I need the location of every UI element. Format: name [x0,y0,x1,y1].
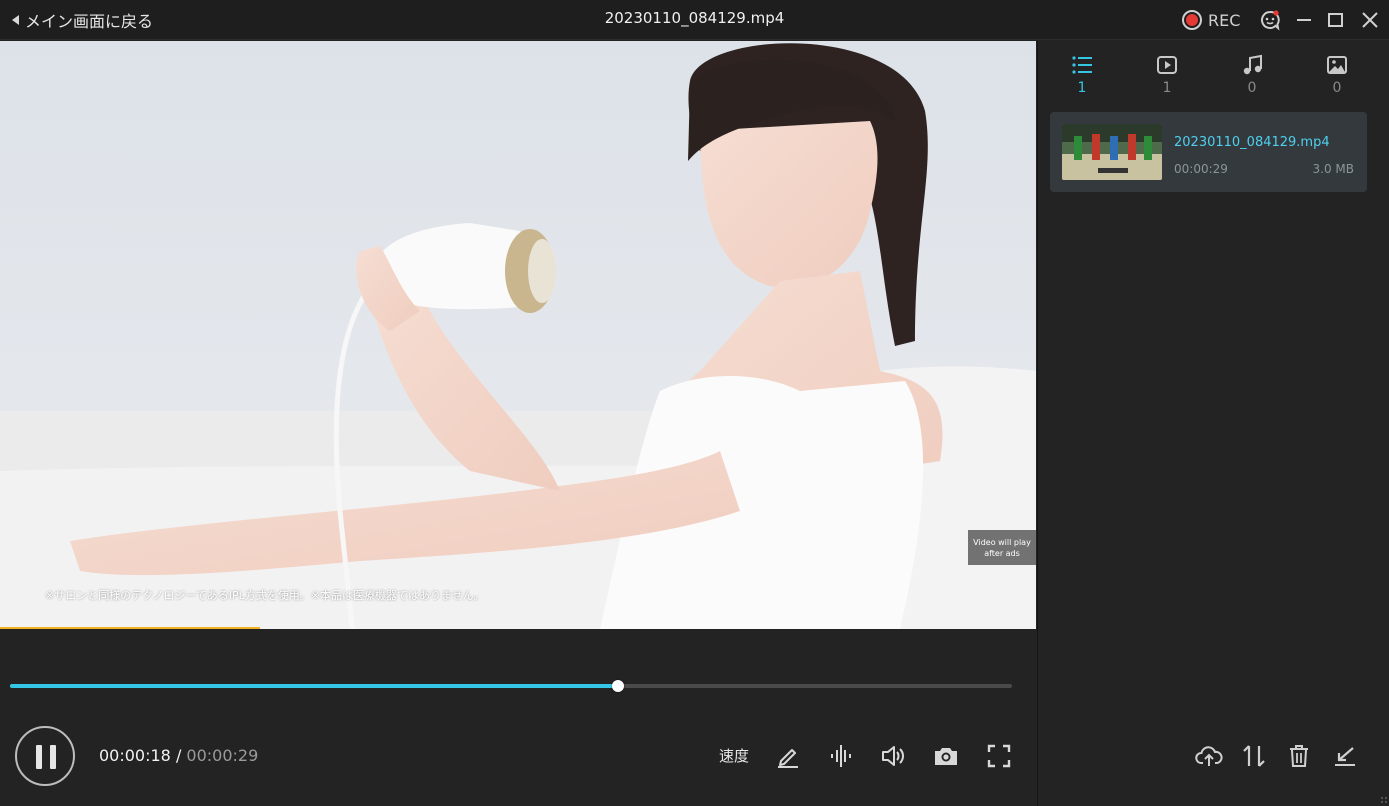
pause-button[interactable] [15,726,75,786]
total-time: 00:00:29 [186,746,259,765]
list-icon [1072,56,1092,74]
file-title: 20230110_084129.mp4 [604,9,785,27]
media-file-size: 3.0 MB [1312,162,1354,176]
title-bar: メイン画面に戻る 20230110_084129.mp4 REC [0,0,1389,40]
video-icon [1157,56,1177,74]
tab-all[interactable]: 1 [1052,54,1112,104]
resize-grip-icon[interactable] [1380,796,1388,804]
feedback-icon[interactable] [1258,8,1282,32]
media-thumbnail [1062,124,1162,180]
ad-notice-line2: after ads [984,549,1020,558]
window-title: 20230110_084129.mp4 [0,9,1389,27]
close-icon[interactable] [1358,8,1382,32]
tab-image[interactable]: 0 [1307,54,1367,104]
tab-video-count: 1 [1162,80,1172,96]
maximize-icon[interactable] [1324,8,1348,32]
time-display: 00:00:18 / 00:00:29 [99,746,258,765]
trash-icon[interactable] [1285,742,1313,770]
tab-music[interactable]: 0 [1222,54,1282,104]
video-player[interactable]: Video will play after ads ※サロンと同様のテクノロジー… [0,41,1036,629]
fullscreen-icon[interactable] [985,742,1013,770]
record-icon [1182,10,1202,30]
tab-image-count: 0 [1332,80,1342,96]
media-file-item[interactable]: 20230110_084129.mp4 00:00:29 3.0 MB [1050,112,1367,192]
back-arrow-icon [12,15,19,25]
seek-progress [10,684,619,688]
back-label: メイン画面に戻る [25,12,154,31]
media-file-duration: 00:00:29 [1174,162,1228,176]
image-icon [1327,56,1347,74]
screenshot-icon[interactable] [932,742,960,770]
thumbnail-image [1062,124,1162,180]
tab-all-count: 1 [1077,80,1087,96]
music-icon [1243,54,1262,75]
speed-button[interactable]: 速度 [719,745,749,766]
audio-track-icon[interactable] [827,742,855,770]
record-button[interactable]: REC [1182,8,1240,32]
record-label: REC [1208,10,1241,30]
import-icon[interactable] [1331,742,1359,770]
seek-bar[interactable] [10,680,1012,692]
minimize-icon[interactable] [1292,8,1316,32]
ad-notice-line1: Video will play [973,538,1031,547]
video-frame-image [0,41,1036,629]
sort-icon[interactable] [1240,742,1268,770]
player-control-area [0,629,1036,806]
tab-video[interactable]: 1 [1137,54,1197,104]
cloud-upload-icon[interactable] [1195,742,1223,770]
tab-music-count: 0 [1247,80,1257,96]
edit-icon[interactable] [774,742,802,770]
volume-icon[interactable] [879,742,907,770]
time-separator: / [170,746,187,765]
media-file-name: 20230110_084129.mp4 [1174,135,1330,150]
video-caption: ※サロンと同様のテクノロジーであるIPL方式を使用。※本品は医療機器ではありませ… [45,589,485,602]
ad-notice: Video will play after ads [968,530,1036,565]
current-time: 00:00:18 [99,746,171,765]
back-to-main-button[interactable]: メイン画面に戻る [12,9,153,31]
